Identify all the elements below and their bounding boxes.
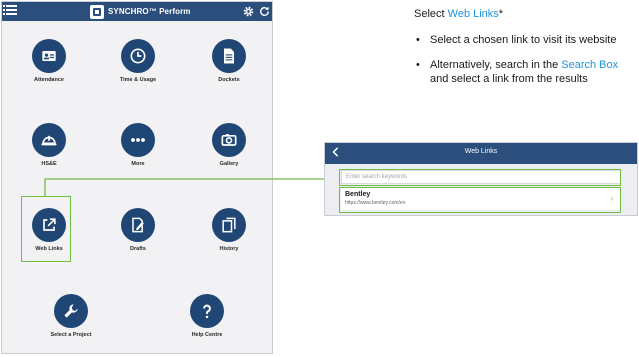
- panel-header: Web Links: [325, 143, 637, 164]
- search-box-highlight: [339, 169, 621, 186]
- tile-label: Drafts: [130, 246, 146, 252]
- tile-label: More: [131, 161, 145, 167]
- tile-label: Select a Project: [50, 332, 92, 338]
- tile-history[interactable]: History: [194, 208, 264, 252]
- bullet-text: and select a link from the results: [430, 73, 588, 85]
- bullet-item: Alternatively, search in the Search Box …: [414, 58, 639, 86]
- gear-icon[interactable]: [242, 5, 255, 18]
- title-suffix: *: [498, 8, 504, 20]
- refresh-icon[interactable]: [258, 5, 271, 18]
- document-icon: [212, 39, 246, 73]
- wrench-icon: [54, 294, 88, 328]
- app-brand: SYNCHRO™ Perform: [90, 4, 191, 19]
- tile-label: Help Centre: [191, 332, 223, 338]
- instructions: Select Web Links* Select a chosen link t…: [414, 7, 639, 97]
- tile-more[interactable]: More: [103, 123, 173, 167]
- tile-help-centre[interactable]: Help Centre: [172, 294, 242, 338]
- hard-hat-icon: [32, 123, 66, 157]
- camera-icon: [212, 123, 246, 157]
- instructions-title: Select Web Links*: [414, 7, 639, 21]
- more-dots-icon: [121, 123, 155, 157]
- tile-label: Attendance: [34, 77, 64, 83]
- panel-title: Web Links: [464, 148, 498, 155]
- synchro-logo-icon: [90, 4, 104, 19]
- tile-label: Dockets: [218, 77, 240, 83]
- help-question-icon: [190, 294, 224, 328]
- history-copy-icon: [212, 208, 246, 242]
- draft-edit-icon: [121, 208, 155, 242]
- tile-select-project[interactable]: Select a Project: [36, 294, 106, 338]
- tile-time-usage[interactable]: Time & Usage: [103, 39, 173, 83]
- tile-label: History: [219, 246, 239, 252]
- tile-label: HS&E: [41, 161, 57, 167]
- bullet-text: Alternatively, search in the: [430, 59, 562, 71]
- clock-icon: [121, 39, 155, 73]
- bullet-item: Select a chosen link to visit its websit…: [414, 33, 639, 47]
- tile-label: Time & Usage: [119, 77, 157, 83]
- tile-label: Gallery: [219, 161, 239, 167]
- result-highlight: [339, 187, 621, 213]
- menu-icon[interactable]: [3, 5, 17, 17]
- tile-hse[interactable]: HS&E: [14, 123, 84, 167]
- tile-drafts[interactable]: Drafts: [103, 208, 173, 252]
- synchro-app-screen: SYNCHRO™ Perform Attendance Time & Usage…: [1, 1, 273, 354]
- app-header: SYNCHRO™ Perform: [2, 2, 272, 21]
- tile-gallery[interactable]: Gallery: [194, 123, 264, 167]
- search-box-link-text: Search Box: [561, 59, 619, 71]
- tile-attendance[interactable]: Attendance: [14, 39, 84, 83]
- tile-dockets[interactable]: Dockets: [194, 39, 264, 83]
- instruction-bullets: Select a chosen link to visit its websit…: [414, 33, 639, 86]
- app-title: SYNCHRO™ Perform: [108, 7, 191, 16]
- title-web-links-link: Web Links: [447, 8, 499, 20]
- id-card-icon: [32, 39, 66, 73]
- title-prefix: Select: [414, 8, 448, 20]
- web-links-highlight: [21, 196, 71, 262]
- bullet-text: Select a chosen link to visit its websit…: [430, 34, 617, 46]
